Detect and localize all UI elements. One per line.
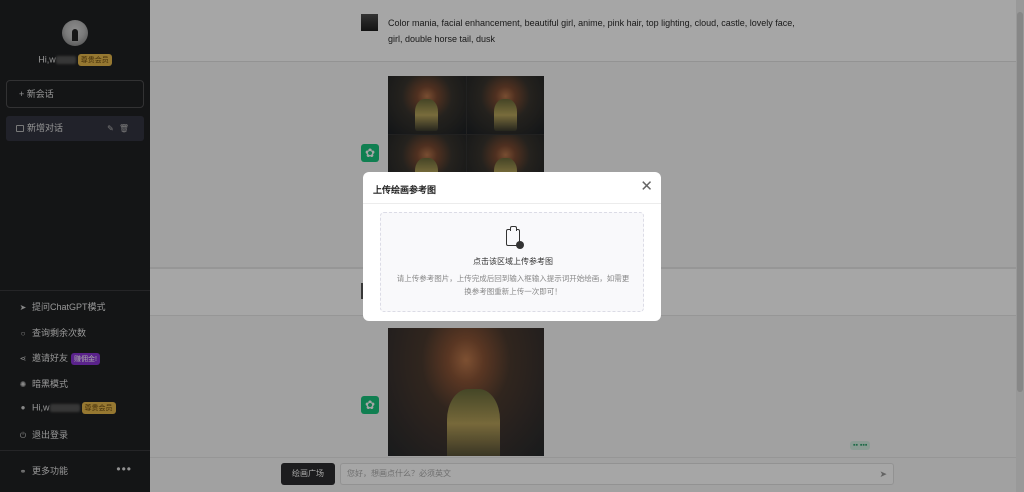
divider <box>363 203 661 204</box>
upload-reference-modal: 上传绘画参考图 ✕ 点击该区域上传参考图 请上传参考图片，上传完成后回到输入框输… <box>363 172 661 321</box>
modal-title: 上传绘画参考图 <box>373 185 437 195</box>
clipboard-upload-icon <box>506 226 524 249</box>
close-icon[interactable]: ✕ <box>640 178 653 196</box>
upload-description: 请上传参考图片，上传完成后回到输入框输入提示词开始绘画，如需更换参考图重新上传一… <box>396 274 630 296</box>
upload-title: 点击该区域上传参考图 <box>473 257 553 266</box>
upload-dropzone[interactable]: 点击该区域上传参考图 请上传参考图片，上传完成后回到输入框输入提示词开始绘画，如… <box>380 212 644 312</box>
